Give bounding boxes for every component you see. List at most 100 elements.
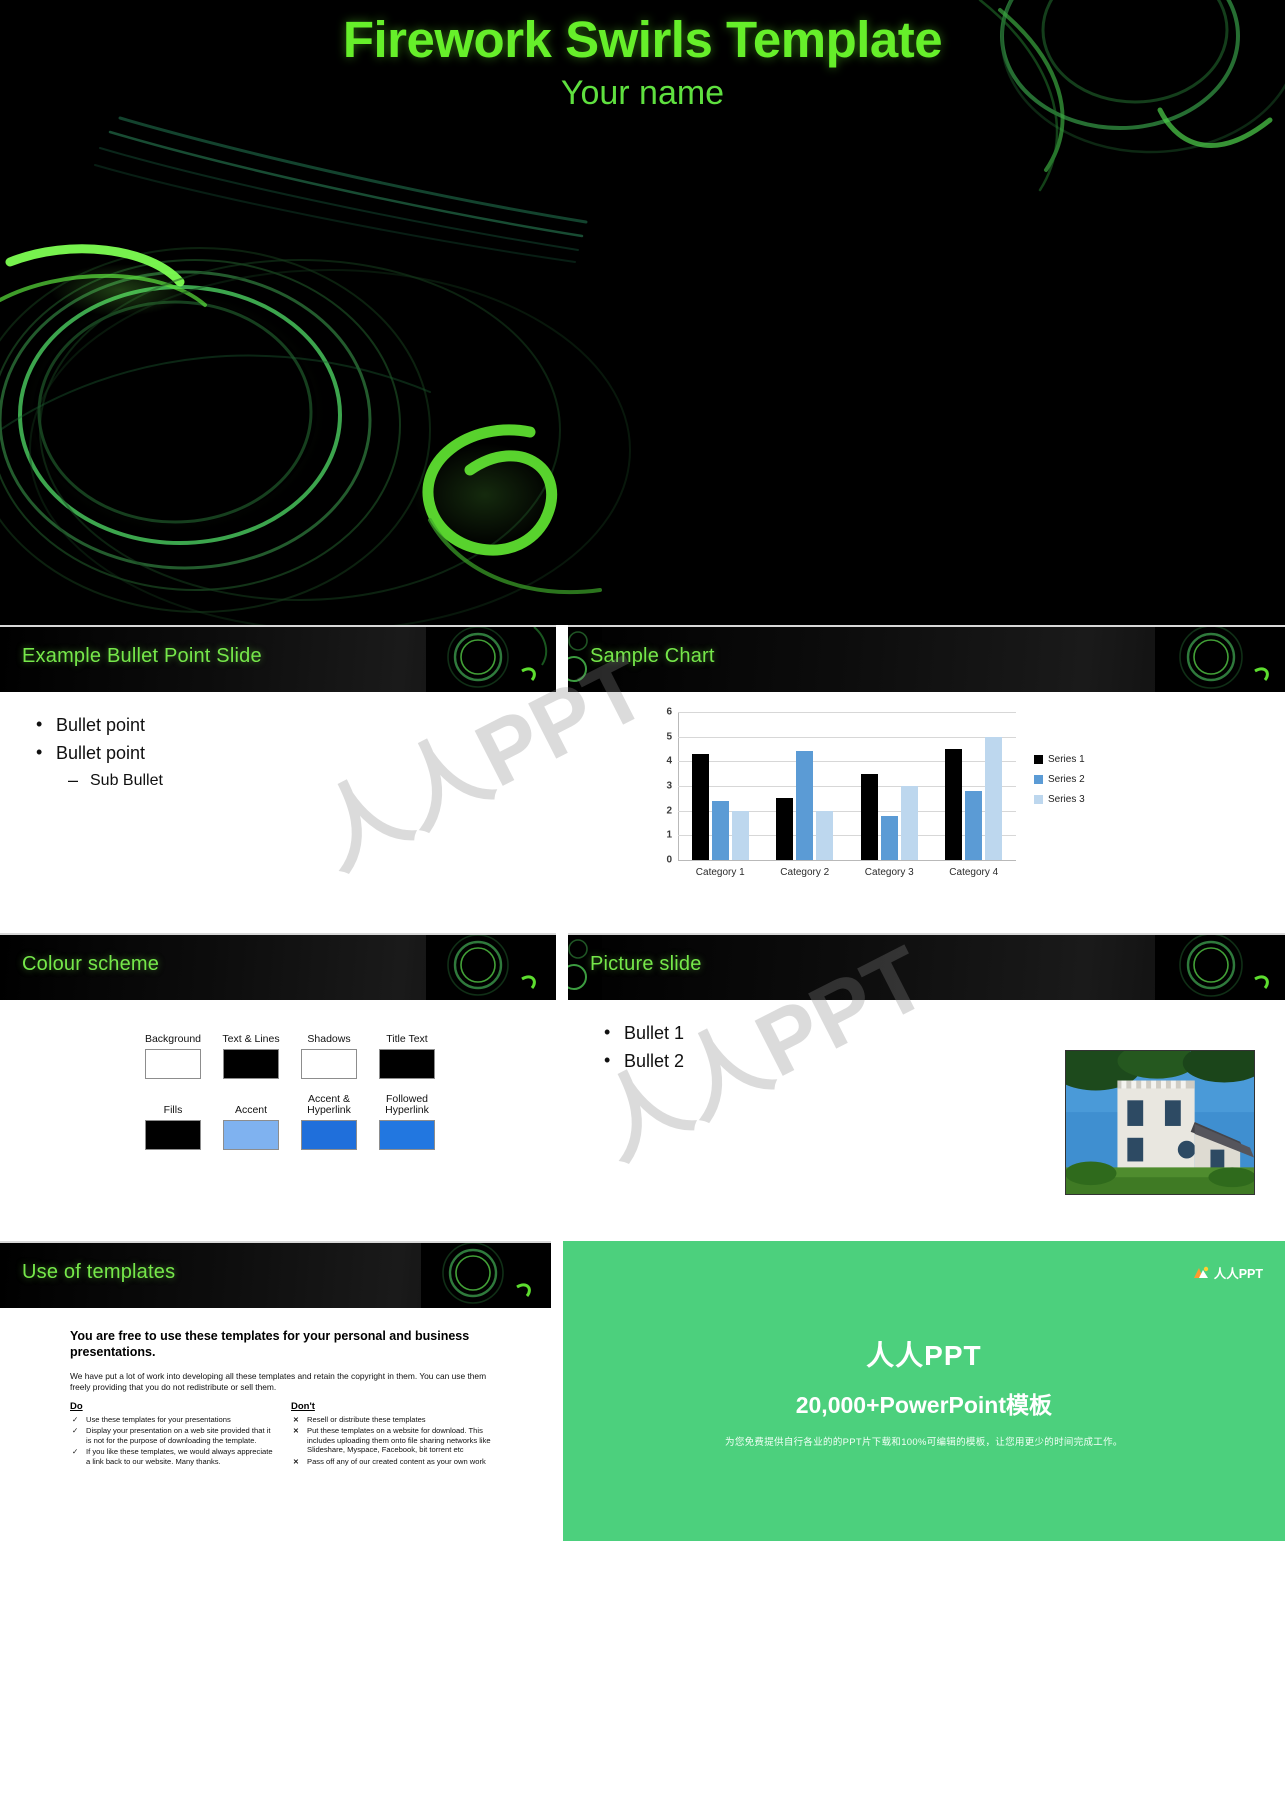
x-axis-category-label: Category 1 xyxy=(695,867,745,878)
row-gutter xyxy=(0,925,1285,933)
colour-swatch-box[interactable] xyxy=(379,1049,435,1079)
brand-logo[interactable]: 人人PPT xyxy=(1193,1263,1263,1282)
chart-bar xyxy=(691,753,709,860)
legend-label: Series 1 xyxy=(1048,754,1085,765)
slide-row-1: Example Bullet Point Slide Bullet point … xyxy=(0,625,1285,925)
colour-swatch-cell[interactable]: Text & Lines xyxy=(218,1020,284,1089)
legend-label: Series 3 xyxy=(1048,794,1085,805)
sample-photo xyxy=(1065,1050,1255,1195)
slide-gutter xyxy=(550,1241,563,1541)
do-list-item: If you like these templates, we would al… xyxy=(70,1447,275,1466)
row-gutter xyxy=(0,1233,1285,1241)
slide-header: Sample Chart xyxy=(568,627,1285,692)
chart-bar xyxy=(880,815,898,860)
y-axis-tick: 4 xyxy=(666,755,672,767)
colour-swatch-cell[interactable]: Accent & Hyperlink xyxy=(296,1091,362,1160)
brand-line-1: 人人PPT xyxy=(866,1340,982,1371)
slide-body: You are free to use these templates for … xyxy=(0,1308,551,1541)
presentation-preview-page: Firework Swirls Template Your name Examp… xyxy=(0,0,1285,1815)
chart-bar xyxy=(900,786,918,860)
colour-swatch-cell[interactable]: Fills xyxy=(140,1091,206,1160)
slide-use-of-templates[interactable]: Use of templates You are free to use the… xyxy=(0,1241,551,1541)
y-axis-tick: 1 xyxy=(666,829,672,841)
colour-swatch-box[interactable] xyxy=(223,1120,279,1150)
chart-bar xyxy=(816,810,834,860)
slide-header: Picture slide xyxy=(568,935,1285,1000)
chart-category-group: Category 3 xyxy=(847,712,932,878)
dont-list: Resell or distribute these templates Put … xyxy=(291,1415,496,1466)
brand-promo-panel: 人人PPT 人人PPT 20,000+PowerPoint模板 为您免费提供自行… xyxy=(562,1241,1285,1541)
colour-swatch-cell[interactable]: Title Text xyxy=(374,1020,440,1089)
list-item-sub: Sub Bullet xyxy=(68,769,556,793)
slide-picture[interactable]: Picture slide Bullet 1 Bullet 2 xyxy=(568,933,1285,1233)
list-item: Bullet point xyxy=(34,741,556,766)
chart-bars: Category 1 Category 2 Category 3 Category 4 xyxy=(678,712,1017,878)
colour-swatch-label: Accent xyxy=(234,1104,268,1117)
slide-colour-scheme[interactable]: Colour scheme Background Text & Lines Shad… xyxy=(0,933,556,1233)
y-axis-tick: 2 xyxy=(666,805,672,817)
do-title: Do xyxy=(70,1400,83,1412)
colour-swatch-cell[interactable]: Shadows xyxy=(296,1020,362,1089)
slide-body: Bullet point Bullet point Sub Bullet xyxy=(0,713,556,925)
renrenppt-logo-icon xyxy=(1193,1266,1208,1278)
y-axis-tick: 5 xyxy=(666,731,672,743)
chart-bar xyxy=(796,751,814,860)
slide-example-bullet-point[interactable]: Example Bullet Point Slide Bullet point … xyxy=(0,625,556,925)
colour-swatch-label: Followed Hyperlink xyxy=(385,1092,429,1117)
slide-title: Colour scheme xyxy=(22,953,160,975)
colour-swatch-box[interactable] xyxy=(145,1049,201,1079)
header-swirl-art xyxy=(1155,935,1285,1000)
y-axis-tick: 6 xyxy=(666,706,672,718)
colour-swatch-cell[interactable]: Followed Hyperlink xyxy=(374,1091,440,1160)
slide-header: Use of templates xyxy=(0,1243,551,1308)
legend-item: Series 2 xyxy=(1034,774,1085,785)
deck-subtitle: Your name xyxy=(560,74,725,112)
slide-header: Example Bullet Point Slide xyxy=(0,627,556,692)
chart-category-group: Category 2 xyxy=(763,712,848,878)
colour-swatch-box[interactable] xyxy=(223,1049,279,1079)
colour-swatch-box[interactable] xyxy=(379,1120,435,1150)
slide-title: Sample Chart xyxy=(590,645,715,667)
slide-row-2: Colour scheme Background Text & Lines Shad… xyxy=(0,933,1285,1233)
chart-bar xyxy=(731,810,749,860)
header-swirl-art xyxy=(426,627,556,692)
do-dont-columns: Do Use these templates for your presenta… xyxy=(70,1401,500,1468)
use-paragraph: We have put a lot of work into developin… xyxy=(70,1371,487,1392)
slide-sample-chart[interactable]: Sample Chart 0 1 2 3 4 5 6 Category 1 Category 2… xyxy=(568,625,1285,925)
colour-swatch-label: Background xyxy=(144,1033,202,1046)
chart-category-group: Category 4 xyxy=(932,712,1017,878)
round-house-photo xyxy=(1066,1051,1254,1194)
x-axis-category-label: Category 3 xyxy=(864,867,914,878)
header-swirl-art xyxy=(1155,627,1285,692)
header-swirl-art xyxy=(426,935,556,1000)
slide-header: Colour scheme xyxy=(0,935,556,1000)
slide-gutter xyxy=(556,933,568,1233)
colour-swatch-box[interactable] xyxy=(301,1120,357,1150)
colour-swatch-cell[interactable]: Accent xyxy=(218,1091,284,1160)
brand-logo-text: 人人PPT xyxy=(1213,1267,1263,1281)
dont-list-item: Pass off any of our created content as y… xyxy=(291,1457,496,1466)
slide-body: Bullet 1 Bullet 2 xyxy=(568,1021,1285,1233)
colour-swatch-box[interactable] xyxy=(145,1120,201,1150)
colour-swatch-box[interactable] xyxy=(301,1049,357,1079)
colour-swatch-cell[interactable]: Background xyxy=(140,1020,206,1089)
dont-column: Don't Resell or distribute these templat… xyxy=(291,1401,496,1468)
sample-bar-chart: 0 1 2 3 4 5 6 Category 1 Category 2 Category 3 Cat… xyxy=(626,706,1096,906)
list-item: Bullet point xyxy=(34,713,556,738)
legend-item: Series 1 xyxy=(1034,754,1085,765)
chart-bar xyxy=(945,749,963,860)
colour-swatch-label: Accent & Hyperlink xyxy=(307,1092,351,1117)
bullet-list: Bullet point Bullet point Sub Bullet xyxy=(34,713,556,793)
colour-swatch-label: Text & Lines xyxy=(222,1033,280,1046)
legend-swatch xyxy=(1034,795,1043,804)
use-headline: You are free to use these templates for … xyxy=(70,1329,470,1359)
slide-title: Use of templates xyxy=(22,1261,176,1283)
do-column: Do Use these templates for your presenta… xyxy=(70,1401,275,1468)
deck-title: Firework Swirls Template xyxy=(342,11,943,68)
dont-list-item: Put these templates on a website for dow… xyxy=(291,1426,496,1454)
chart-bar xyxy=(776,798,794,860)
slide-title: Example Bullet Point Slide xyxy=(22,645,262,667)
chart-bar xyxy=(711,800,729,860)
dont-title: Don't xyxy=(291,1400,315,1412)
colour-swatch-label: Fills xyxy=(163,1104,183,1117)
